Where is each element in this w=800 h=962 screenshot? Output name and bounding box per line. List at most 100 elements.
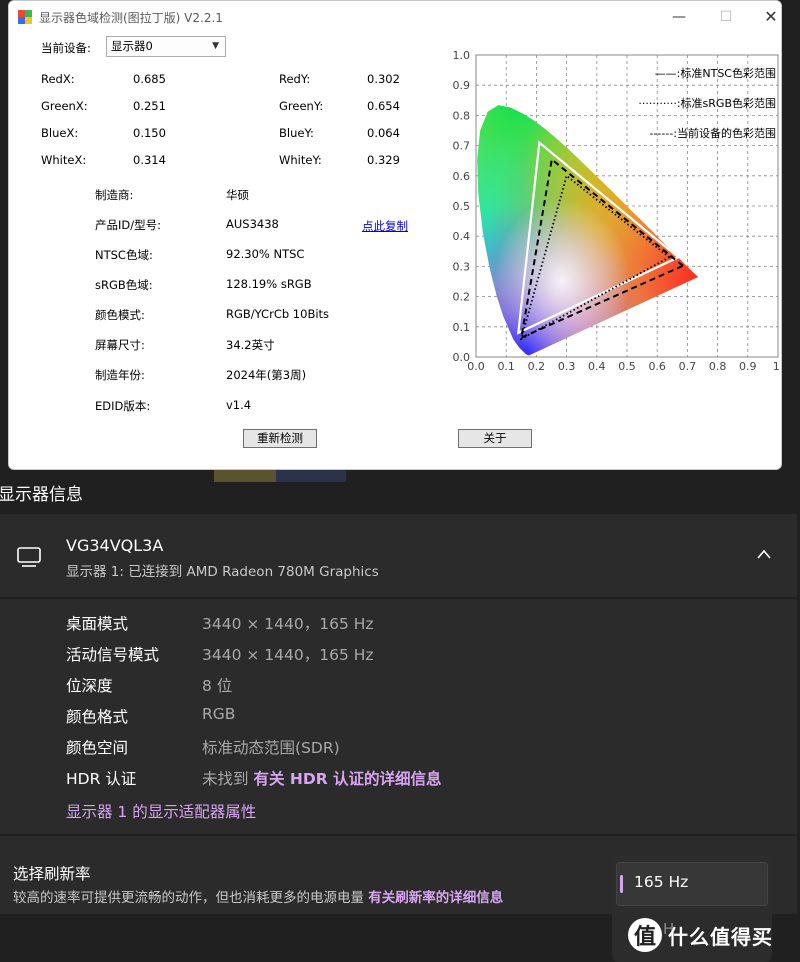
x-tick-label: 0.8 bbox=[709, 360, 727, 373]
prop-label: 位深度 bbox=[66, 677, 113, 695]
coord-label: BlueY: bbox=[279, 126, 314, 140]
coord-value: 0.314 bbox=[133, 153, 166, 167]
device-label: 当前设备: bbox=[41, 41, 91, 55]
coord-label: GreenY: bbox=[279, 99, 324, 113]
info-value: 128.19% sRGB bbox=[226, 277, 312, 291]
prop-label: HDR 认证 bbox=[66, 770, 137, 788]
coord-value: 0.064 bbox=[367, 126, 400, 140]
monitor-card-header[interactable] bbox=[0, 514, 797, 598]
coord-label: RedX: bbox=[41, 72, 75, 86]
y-tick-label: 0.3 bbox=[453, 260, 471, 273]
coord-label: BlueX: bbox=[41, 126, 79, 140]
prop-value: 标准动态范围(SDR) bbox=[202, 739, 340, 757]
chart-legend: ——:标准NTSC色彩范围 ···········:标准sRGB色彩范围 -----… bbox=[638, 66, 776, 140]
x-tick-label: 0.7 bbox=[679, 360, 697, 373]
x-tick-label: 0.6 bbox=[648, 360, 666, 373]
chevron-up-icon[interactable] bbox=[754, 546, 774, 562]
device-select[interactable]: 显示器0 ▼ bbox=[106, 36, 226, 57]
hdr-status: 未找到 bbox=[202, 770, 249, 788]
redetect-button[interactable]: 重新检测 bbox=[243, 429, 317, 448]
prop-value: 8 位 bbox=[202, 677, 233, 695]
prop-value: 未找到 有关 HDR 认证的详细信息 bbox=[202, 767, 442, 789]
coord-label: WhiteY: bbox=[279, 153, 322, 167]
x-tick-label: 1. bbox=[773, 360, 782, 373]
info-value: 2024年(第3周) bbox=[226, 368, 307, 382]
coord-value: 0.251 bbox=[133, 99, 166, 113]
coord-value: 0.329 bbox=[367, 153, 400, 167]
legend-entry: ——:标准NTSC色彩范围 bbox=[655, 66, 776, 80]
x-tick-label: 0.9 bbox=[739, 360, 757, 373]
coord-value: 0.302 bbox=[367, 72, 400, 86]
refresh-rate-description: 较高的速率可提供更流畅的动作，但也消耗更多的电源电量 有关刷新率的详细信息 bbox=[13, 886, 503, 906]
watermark-badge: 值 bbox=[628, 918, 662, 952]
background-strip bbox=[276, 470, 346, 482]
prop-label: 颜色空间 bbox=[66, 739, 129, 757]
gamut-app-window: 显示器色域检测(图拉丁版) V2.2.1 — ☐ ✕ 当前设备: 显示器0 ▼ … bbox=[8, 0, 782, 470]
section-title: 显示器信息 bbox=[0, 485, 83, 505]
selected-indicator bbox=[620, 875, 623, 893]
info-value: 92.30% NTSC bbox=[226, 247, 305, 261]
close-icon[interactable]: ✕ bbox=[761, 7, 781, 27]
info-label: sRGB色域: bbox=[95, 278, 153, 292]
coord-value: 0.685 bbox=[133, 72, 166, 86]
background-strip bbox=[214, 470, 276, 482]
refresh-rate-title: 选择刷新率 bbox=[13, 865, 91, 883]
coord-value: 0.654 bbox=[367, 99, 400, 113]
monitor-name: VG34VQL3A bbox=[66, 536, 164, 555]
y-tick-label: 0.1 bbox=[453, 321, 471, 334]
legend-entry: ···········:标准sRGB色彩范围 bbox=[638, 96, 776, 110]
y-tick-label: 0.5 bbox=[453, 200, 471, 213]
x-tick-label: 0.4 bbox=[588, 360, 606, 373]
prop-label: 活动信号模式 bbox=[66, 646, 160, 664]
info-label: NTSC色域: bbox=[95, 248, 153, 262]
y-tick-label: 0.9 bbox=[453, 79, 471, 92]
info-label: EDID版本: bbox=[95, 399, 151, 413]
coord-label: WhiteX: bbox=[41, 153, 87, 167]
hdr-info-link[interactable]: 有关 HDR 认证的详细信息 bbox=[253, 770, 441, 788]
info-label: 屏幕尺寸: bbox=[95, 338, 145, 352]
window-title: 显示器色域检测(图拉丁版) V2.2.1 bbox=[39, 11, 223, 25]
gamut-chart: 0.0 0.1 0.2 0.3 0.4 0.5 0.6 0.7 0.8 0.9 1.0.00.10.… bbox=[453, 49, 782, 373]
y-tick-label: 0.6 bbox=[453, 170, 471, 183]
refresh-rate-info-link[interactable]: 有关刷新率的详细信息 bbox=[368, 890, 503, 906]
y-tick-label: 0.0 bbox=[453, 351, 471, 364]
y-tick-label: 0.8 bbox=[453, 109, 471, 122]
prop-value: 3440 × 1440，165 Hz bbox=[202, 615, 374, 633]
minimize-button[interactable]: — bbox=[669, 7, 689, 27]
device-select-value: 显示器0 bbox=[111, 39, 153, 53]
info-value: 34.2英寸 bbox=[226, 338, 275, 352]
about-button[interactable]: 关于 bbox=[458, 429, 532, 448]
coord-label: GreenX: bbox=[41, 99, 88, 113]
y-tick-label: 0.2 bbox=[453, 291, 471, 304]
watermark-text: 什么值得买 bbox=[668, 924, 773, 949]
refresh-rate-desc-text: 较高的速率可提供更流畅的动作，但也消耗更多的电源电量 bbox=[13, 890, 364, 906]
title-bar: 显示器色域检测(图拉丁版) V2.2.1 — ☐ ✕ bbox=[9, 1, 781, 33]
prop-value: RGB bbox=[202, 705, 236, 723]
monitor-icon bbox=[17, 547, 41, 567]
prop-label: 颜色格式 bbox=[66, 708, 129, 726]
info-value: v1.4 bbox=[226, 398, 252, 412]
y-tick-label: 0.7 bbox=[453, 140, 471, 153]
chevron-down-icon: ▼ bbox=[212, 41, 219, 51]
info-label: 产品ID/型号: bbox=[95, 218, 161, 232]
copy-link[interactable]: 点此复制 bbox=[362, 218, 408, 234]
adapter-properties-link[interactable]: 显示器 1 的显示适配器属性 bbox=[66, 800, 256, 822]
info-label: 颜色模式: bbox=[95, 308, 145, 322]
maximize-button[interactable]: ☐ bbox=[716, 7, 736, 27]
prop-label: 桌面模式 bbox=[66, 615, 129, 633]
info-value: 华硕 bbox=[226, 188, 249, 202]
x-tick-label: 0.3 bbox=[558, 360, 576, 373]
info-label: 制造商: bbox=[95, 188, 134, 202]
refresh-rate-value: 165 Hz bbox=[634, 873, 689, 891]
watermark: 值 什么值得买 bbox=[628, 918, 773, 952]
y-tick-label: 1.0 bbox=[453, 49, 471, 62]
legend-entry: ------:当前设备的色彩范围 bbox=[649, 126, 776, 140]
app-icon bbox=[18, 10, 32, 24]
x-tick-label: 0.1 bbox=[497, 360, 515, 373]
coord-value: 0.150 bbox=[133, 126, 166, 140]
coord-label: RedY: bbox=[279, 72, 311, 86]
y-tick-label: 0.4 bbox=[453, 230, 471, 243]
info-value: RGB/YCrCb 10Bits bbox=[226, 307, 330, 321]
info-value: AUS3438 bbox=[226, 217, 279, 231]
monitor-connection: 显示器 1: 已连接到 AMD Radeon 780M Graphics bbox=[66, 564, 379, 580]
